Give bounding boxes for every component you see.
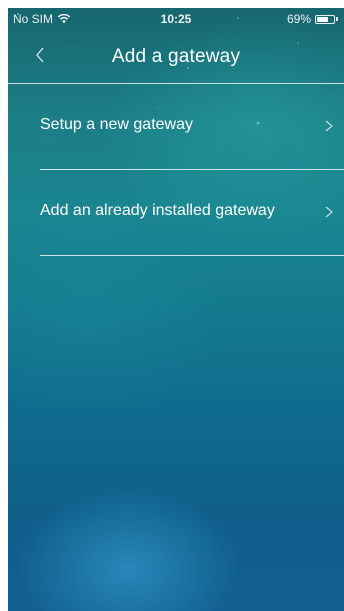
chevron-right-icon bbox=[325, 206, 333, 218]
battery-fill bbox=[317, 16, 328, 22]
gateway-options-list: Setup a new gateway Add an already insta… bbox=[8, 84, 344, 256]
battery-percent: 69% bbox=[286, 12, 311, 26]
status-bar: No SIM 10:25 69% bbox=[8, 8, 344, 30]
battery-icon bbox=[315, 14, 335, 24]
menu-item-label: Add an already installed gateway bbox=[40, 202, 275, 219]
nav-bar: Add a gateway bbox=[8, 30, 344, 84]
menu-item-label: Setup a new gateway bbox=[40, 116, 193, 133]
battery-cap bbox=[336, 17, 338, 21]
page-title: Add a gateway bbox=[111, 46, 241, 67]
status-right: 69% bbox=[287, 12, 338, 26]
divider bbox=[40, 255, 344, 256]
add-installed-gateway-item[interactable]: Add an already installed gateway bbox=[8, 170, 344, 256]
setup-new-gateway-item[interactable]: Setup a new gateway bbox=[8, 84, 344, 170]
chevron-right-icon bbox=[325, 120, 333, 132]
app-screen: No SIM 10:25 69% Add a gateway Setup a n… bbox=[8, 8, 344, 611]
